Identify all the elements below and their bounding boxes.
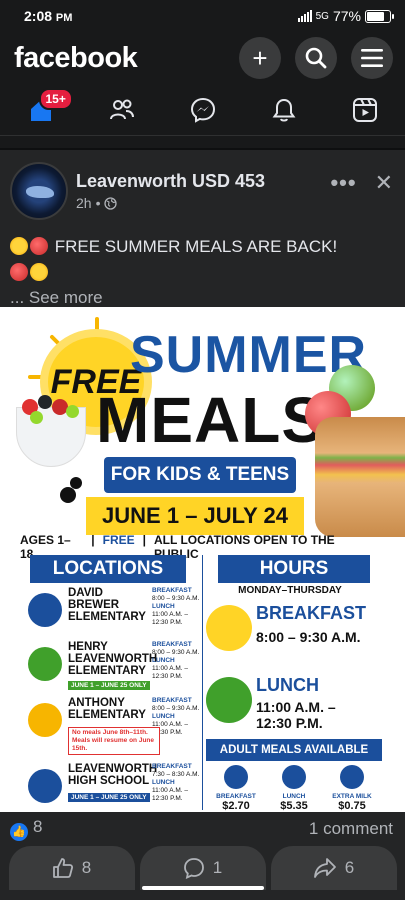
hamburger-icon <box>361 49 383 67</box>
friends-icon <box>109 99 134 119</box>
comment-icon <box>183 858 204 879</box>
berry-graphic <box>30 411 43 424</box>
milk-icon <box>340 765 364 789</box>
meals-title: MEALS <box>96 384 325 456</box>
location-item: DAVID BREWER ELEMENTARY BREAKFAST 8:00 – … <box>26 587 202 645</box>
create-button[interactable]: + <box>239 37 281 79</box>
tab-notifications[interactable] <box>260 90 308 130</box>
close-icon[interactable]: ✕ <box>375 170 393 196</box>
search-icon <box>305 47 327 69</box>
school-icon <box>28 703 62 737</box>
location-item: ANTHONY ELEMENTARY BREAKFAST 8:00 – 9:30 … <box>26 697 202 755</box>
menu-button[interactable] <box>351 37 393 79</box>
avatar[interactable] <box>10 162 68 220</box>
globe-icon <box>104 196 118 210</box>
lunch-bag-icon <box>206 677 252 723</box>
tab-home[interactable]: 15+ <box>17 87 73 130</box>
sandwich-graphic <box>315 417 405 537</box>
post-text: FREE SUMMER MEALS ARE BACK! <box>10 234 393 286</box>
notification-badge: 15+ <box>38 87 73 110</box>
apple-emoji-icon <box>30 237 48 255</box>
post: Leavenworth USD 453 2h • ••• ✕ FREE SUMM… <box>0 150 405 308</box>
location-tag: JUNE 1 – JUNE 25 ONLY <box>68 793 150 802</box>
comment-count[interactable]: 1 comment <box>309 819 393 839</box>
kids-teens-banner: FOR KIDS & TEENS <box>104 457 296 493</box>
see-more-link[interactable]: ... See more <box>10 288 393 308</box>
share-button[interactable]: 6 <box>270 846 397 890</box>
dates-banner: JUNE 1 – JULY 24 <box>86 497 304 535</box>
breakfast-hours: BREAKFAST 8:00 – 9:30 A.M. <box>206 601 382 661</box>
post-image[interactable]: FREE SUMMER MEALS FOR KIDS & TEENS JUNE … <box>0 307 405 812</box>
location-tag: JUNE 1 – JUNE 25 ONLY <box>68 681 150 690</box>
like-button[interactable]: 8 <box>8 846 135 890</box>
berry-graphic <box>70 477 82 489</box>
berry-graphic <box>38 395 52 409</box>
comment-button[interactable]: 1 <box>139 846 266 890</box>
school-logo-icon <box>28 769 62 803</box>
facebook-logo[interactable]: facebook <box>14 42 138 75</box>
location-tag: No meals June 8th–11th. Meals will resum… <box>68 727 160 755</box>
post-actions: 8 1 6 <box>0 846 405 900</box>
post-author[interactable]: Leavenworth USD 453 <box>76 171 330 192</box>
like-icon: 👍 <box>10 822 28 841</box>
location-item: HENRY LEAVENWORTH ELEMENTARY BREAKFAST 8:… <box>26 641 202 699</box>
berry-graphic <box>66 405 79 418</box>
battery-percent: 77% <box>332 8 361 24</box>
price-lunch: LUNCH $5.35 <box>268 765 320 812</box>
share-icon <box>313 858 336 878</box>
post-meta: 2h • <box>76 195 330 211</box>
reaction-summary: 👍 8 1 comment <box>0 812 405 846</box>
apple-emoji-icon <box>10 263 28 281</box>
more-options-icon[interactable]: ••• <box>330 170 356 196</box>
locations-heading: LOCATIONS <box>30 555 186 583</box>
sun-emoji-icon <box>30 263 48 281</box>
nav-tabs: 15+ <box>0 84 405 136</box>
school-icon <box>28 647 62 681</box>
search-button[interactable] <box>295 37 337 79</box>
network-label: 5G <box>315 10 329 22</box>
bell-icon <box>272 98 295 121</box>
lunch-icon <box>282 765 306 789</box>
lunch-hours: LUNCH 11:00 A.M. –12:30 P.M. <box>206 673 382 733</box>
tab-friends[interactable] <box>98 90 146 130</box>
tab-messenger[interactable] <box>179 90 227 130</box>
app-header: facebook + <box>0 32 405 84</box>
thumbs-up-icon <box>52 858 73 878</box>
status-time: 2:08 PM <box>24 8 73 24</box>
bowl-icon <box>224 765 248 789</box>
plus-icon: + <box>252 42 268 73</box>
price-breakfast: BREAKFAST $2.70 <box>210 765 262 812</box>
signal-icon <box>297 10 312 22</box>
like-count[interactable]: 👍 8 <box>10 817 42 841</box>
hours-days: MONDAY–THURSDAY <box>238 585 342 596</box>
post-time[interactable]: 2h <box>76 195 92 211</box>
post-header: Leavenworth USD 453 2h • ••• ✕ <box>10 160 393 222</box>
home-indicator[interactable] <box>142 886 264 890</box>
sun-icon <box>206 605 252 651</box>
video-icon <box>352 97 377 122</box>
messenger-icon <box>190 97 215 123</box>
berry-graphic <box>60 487 76 503</box>
battery-icon <box>365 9 394 23</box>
hours-heading: HOURS <box>218 555 370 583</box>
status-icons: 5G 77% <box>297 8 394 24</box>
adult-meals-heading: ADULT MEALS AVAILABLE <box>206 739 382 761</box>
status-bar: 2:08 PM 5G 77% <box>0 0 405 32</box>
feed-divider <box>0 136 405 150</box>
sun-emoji-icon <box>10 237 28 255</box>
price-milk: EXTRA MILK $0.75 <box>326 765 378 812</box>
location-item: LEAVENWORTH HIGH SCHOOL BREAKFAST 7:30 – … <box>26 763 202 812</box>
tab-video[interactable] <box>341 90 389 130</box>
school-icon <box>28 593 62 627</box>
